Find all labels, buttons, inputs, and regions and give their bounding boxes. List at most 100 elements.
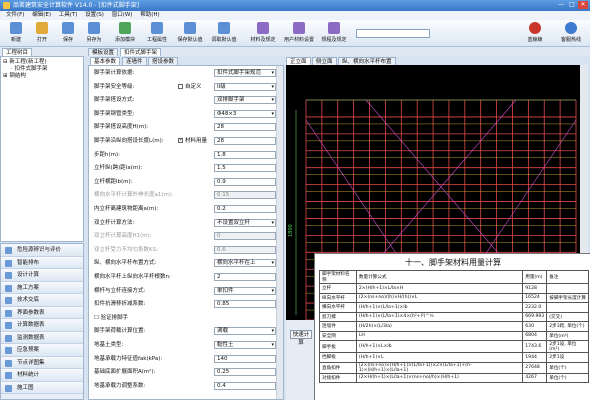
- save-default-icon: [184, 22, 196, 34]
- open-button[interactable]: 打开: [30, 22, 54, 43]
- tab-side-elevation[interactable]: 侧立面: [312, 57, 337, 65]
- table-cell: 9128: [522, 283, 548, 294]
- close-button[interactable]: ✕: [578, 1, 588, 9]
- param-select[interactable]: II级: [214, 82, 276, 91]
- param-input[interactable]: 1.5: [214, 164, 276, 173]
- param-row: 立杆纵(跨)距la(m): 1.5: [92, 164, 282, 173]
- table-cell: 纵向水平杆: [319, 292, 357, 303]
- tree-node-scaffold[interactable]: · 扣件式脚手架: [3, 66, 81, 73]
- param-input[interactable]: 28: [214, 137, 276, 145]
- param-input[interactable]: 2: [214, 273, 276, 281]
- nav-param-table[interactable]: 界面参数表: [1, 306, 83, 319]
- material-report: 十一、脚手架材料用量计算 脚手架材料名称 数量计算公式 用量(m) 备注 立杆 2…: [314, 253, 590, 400]
- param-tabs: 基本参数 连墙件 搭设参数: [88, 56, 284, 65]
- param-input[interactable]: 0: [214, 232, 276, 241]
- param-row: 基础底面扩展面积A(m²): 0.25: [92, 368, 282, 377]
- save-default-button[interactable]: 保存默认值: [174, 22, 206, 43]
- param-scrollbar[interactable]: [276, 66, 283, 399]
- table-cell: 2232.0: [522, 302, 548, 313]
- nav-node-details[interactable]: 节点详图集: [1, 356, 83, 369]
- tab-scaffold[interactable]: 扣件式脚手架: [120, 48, 162, 56]
- table-cell: 2步1设: [546, 352, 589, 363]
- minimize-button[interactable]: —: [556, 1, 566, 9]
- param-row: 横杆与立杆连接方式: 单扣件: [92, 286, 282, 296]
- nav-tech-brief[interactable]: 技术交底: [1, 294, 83, 307]
- param-select[interactable]: 单扣件: [214, 286, 276, 295]
- tab-project-tree[interactable]: 工程树目: [2, 48, 33, 56]
- new-button[interactable]: 新建: [4, 22, 28, 43]
- param-input[interactable]: 0.2: [214, 205, 276, 213]
- param-select[interactable]: 黏性土: [214, 341, 276, 349]
- tab-template-settings[interactable]: 模板设置: [88, 48, 119, 56]
- nav-hazard[interactable]: 危险源辨识与评价: [1, 244, 83, 257]
- tree-node-project[interactable]: ⊟ 新工程(新工程): [3, 59, 81, 66]
- param-input[interactable]: 0.4: [214, 381, 276, 390]
- menu-edit[interactable]: 编辑(E): [32, 12, 51, 18]
- param-label: 脚手架荷载计算位置:: [94, 328, 146, 335]
- tab-basic-params[interactable]: 基本参数: [90, 57, 121, 65]
- drawing-icon: [5, 384, 12, 392]
- param-input[interactable]: 0.15: [214, 191, 276, 200]
- warning-icon: [5, 247, 12, 254]
- search-input[interactable]: [356, 29, 430, 38]
- table-cell: 立杆: [319, 283, 357, 294]
- menu-window[interactable]: 窗口(W): [112, 12, 133, 18]
- user-account[interactable]: 蓝鲸鲸: [520, 22, 550, 43]
- param-select[interactable]: Φ48×3: [214, 109, 276, 118]
- param-label: 横向水平杆计算外伸长度a1(m):: [94, 192, 173, 199]
- nav-emergency[interactable]: 应急预案: [1, 344, 83, 357]
- load-default-button[interactable]: 调取默认值: [208, 22, 240, 43]
- save-as-button[interactable]: 另存为: [82, 22, 106, 43]
- table-cell: 16524: [522, 292, 548, 303]
- nav-construction-plan[interactable]: 施工方案: [1, 281, 83, 294]
- maximize-button[interactable]: □: [567, 1, 577, 9]
- add-module-button[interactable]: 添加模块: [110, 22, 140, 43]
- materials-button[interactable]: 材料及规定: [246, 22, 280, 43]
- table-cell: (H/h+1)×L×lb: [355, 340, 524, 353]
- param-label: 地基土类型:: [94, 342, 124, 348]
- nav-smart-layout[interactable]: 智能排布: [1, 256, 83, 269]
- nav-material-stats[interactable]: 材料统计: [1, 369, 83, 382]
- tab-horizontal-bars[interactable]: 纵、横向水平杆布置: [338, 57, 396, 65]
- param-row: 脚手架荷载计算位置: 满载: [92, 327, 282, 336]
- param-input[interactable]: 28: [214, 123, 276, 132]
- tab-front-elevation[interactable]: 正立面: [286, 57, 311, 65]
- table-row: 对接扣件 (2×H/(h+1)×(L/la+1)×(ns+no)/h)×(H/h+…: [319, 372, 589, 383]
- save-button[interactable]: 保存: [56, 22, 80, 43]
- table-row: 挡脚板 (H/h+1)×L 1944 2步1设: [319, 352, 589, 363]
- regulations-button[interactable]: 规程及规定: [318, 22, 350, 43]
- nav-design-calc[interactable]: 设计计算: [1, 269, 83, 282]
- param-select[interactable]: 横向水平杆在上: [214, 259, 276, 268]
- tab-wall-ties[interactable]: 连墙件: [122, 57, 147, 65]
- nav-drawings[interactable]: 施工图: [1, 381, 83, 394]
- menu-help[interactable]: 帮助(H): [140, 12, 159, 18]
- param-select[interactable]: 不设置双立杆: [214, 218, 276, 227]
- nav-calc-data[interactable]: 计算数据表: [1, 319, 83, 332]
- param-select[interactable]: 扣件式脚手架规范: [214, 69, 276, 77]
- project-props-button[interactable]: 工程属性: [142, 22, 172, 43]
- user-materials-button[interactable]: 用户材料设置: [282, 22, 316, 43]
- param-input[interactable]: 0.9: [214, 177, 276, 186]
- nav-monitor-data[interactable]: 监测数据表: [1, 331, 83, 344]
- param-checkbox[interactable]: 材料用量: [178, 137, 207, 146]
- tab-erection-params[interactable]: 搭设参数: [148, 57, 179, 65]
- param-select[interactable]: 满载: [214, 327, 276, 336]
- param-checkbox[interactable]: 自定义: [178, 83, 202, 92]
- stats-icon: [5, 372, 12, 379]
- menu-file[interactable]: 文件(F): [6, 12, 24, 18]
- material-table: 脚手架材料名称 数量计算公式 用量(m) 备注 立杆 2×(H/h+1)×L/la…: [319, 270, 589, 383]
- param-input[interactable]: 140: [214, 354, 276, 363]
- quick-calc-button[interactable]: 快速计算: [290, 330, 312, 346]
- table-cell: 27648: [522, 361, 548, 374]
- param-input[interactable]: 1.8: [214, 150, 276, 159]
- param-input[interactable]: 0.25: [214, 368, 276, 377]
- tree-node-steel[interactable]: ⊞ 钢结构: [3, 73, 81, 80]
- menu-tools[interactable]: 工具(T): [59, 12, 78, 18]
- param-input[interactable]: 0.85: [214, 300, 276, 309]
- support-hotline[interactable]: 客服热线: [556, 22, 586, 43]
- table-cell: [546, 283, 589, 294]
- param-row: ☐ 验证排脚手: [92, 314, 282, 323]
- param-input[interactable]: 0.6: [214, 245, 276, 254]
- menu-settings[interactable]: 设置(S): [85, 12, 104, 18]
- param-select[interactable]: 双排脚手架: [214, 96, 276, 105]
